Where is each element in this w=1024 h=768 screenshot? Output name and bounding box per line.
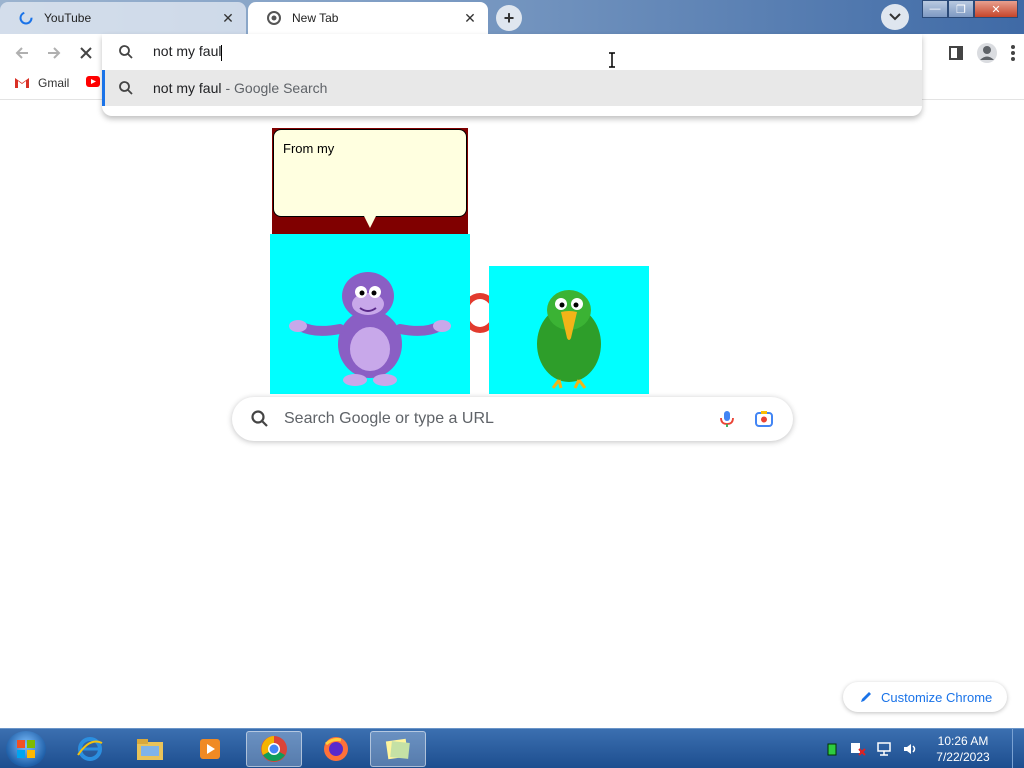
clock[interactable]: 10:26 AM 7/22/2023 (928, 733, 998, 765)
taskbar-firefox[interactable] (308, 731, 364, 767)
gmail-icon (15, 78, 29, 88)
tab-new-tab[interactable]: New Tab ✕ (248, 2, 488, 34)
volume-icon[interactable] (902, 741, 918, 757)
media-player-icon (200, 739, 220, 759)
back-button[interactable] (11, 42, 33, 64)
green-parrot-icon (537, 290, 601, 389)
battery-icon[interactable] (824, 741, 840, 757)
taskbar-chrome[interactable] (246, 731, 302, 767)
taskbar-file-explorer[interactable] (122, 731, 178, 767)
file-explorer-icon (137, 739, 163, 760)
new-tab-button[interactable]: + (496, 5, 522, 31)
bubble-tail (364, 216, 376, 228)
bookmark-youtube[interactable] (86, 76, 100, 87)
window-controls: — ❐ ✕ (922, 0, 1018, 18)
loading-spinner-icon (18, 10, 34, 26)
restore-button[interactable]: ❐ (948, 0, 974, 18)
tab-title: YouTube (44, 11, 92, 25)
bonzi-speech-area: From my (272, 128, 468, 234)
microphone-icon[interactable] (717, 409, 737, 429)
stop-icon (80, 47, 92, 59)
search-icon (251, 410, 268, 427)
forward-button[interactable] (43, 42, 65, 64)
bookmark-gmail[interactable]: Gmail (14, 76, 69, 90)
stop-loading-button[interactable] (75, 42, 97, 64)
action-center-alert-icon[interactable] (850, 741, 866, 757)
chevron-down-icon (889, 13, 901, 21)
network-icon[interactable] (876, 741, 892, 757)
tab-youtube[interactable]: YouTube ✕ (0, 2, 246, 34)
youtube-icon (86, 76, 100, 87)
speech-bubble: From my (273, 129, 467, 217)
side-panel-icon[interactable] (948, 45, 964, 66)
taskbar-internet-explorer[interactable] (62, 731, 118, 767)
bonzi-character[interactable] (270, 234, 470, 394)
show-desktop-button[interactable] (1012, 729, 1024, 768)
clock-date: 7/22/2023 (936, 750, 990, 764)
close-icon[interactable]: ✕ (218, 8, 238, 28)
search-box[interactable]: Search Google or type a URL (232, 397, 793, 441)
address-bar[interactable]: not my faul (102, 34, 922, 70)
camera-lens-icon[interactable] (753, 408, 775, 430)
bookmark-label: Gmail (38, 76, 70, 90)
pencil-icon (861, 692, 871, 702)
address-bar-text: not my faul (153, 43, 223, 61)
suggestion-suffix: - Google Search (225, 80, 328, 96)
search-icon (119, 45, 133, 59)
tab-title: New Tab (292, 11, 339, 25)
omnibox-suggestion[interactable]: not my faul - Google Search (102, 70, 922, 106)
search-icon (119, 81, 133, 95)
clock-time: 10:26 AM (937, 734, 989, 748)
suggestion-text: not my faul (153, 80, 222, 96)
parrot-character[interactable] (489, 266, 649, 394)
customize-chrome-button[interactable]: Customize Chrome (843, 682, 1007, 712)
tab-search-button[interactable] (881, 4, 909, 30)
text-caret (221, 44, 223, 61)
text-cursor-icon (609, 52, 615, 68)
chrome-icon (266, 10, 282, 26)
purple-gorilla-icon (289, 272, 451, 386)
minimize-button[interactable]: — (922, 0, 948, 18)
more-menu-icon[interactable] (1010, 44, 1016, 67)
taskbar: 10:26 AM 7/22/2023 (0, 728, 1024, 768)
taskbar-sticky-notes[interactable] (370, 731, 426, 767)
start-button[interactable] (6, 731, 46, 767)
windows-logo-icon (17, 740, 35, 758)
sticky-notes-icon (385, 738, 410, 760)
system-tray: 10:26 AM 7/22/2023 (824, 729, 1024, 768)
profile-avatar[interactable] (976, 42, 998, 69)
arrow-right-icon (48, 47, 61, 59)
search-placeholder: Search Google or type a URL (284, 410, 494, 427)
taskbar-media-player[interactable] (182, 731, 238, 767)
customize-label: Customize Chrome (881, 689, 993, 705)
omnibox-dropdown: not my faul not my faul - Google Search (102, 34, 922, 116)
chrome-icon (261, 736, 287, 762)
firefox-icon (324, 737, 348, 761)
close-icon[interactable]: ✕ (460, 8, 480, 28)
tab-strip: YouTube ✕ New Tab ✕ + — ❐ ✕ (0, 0, 1024, 34)
arrow-left-icon (15, 47, 28, 59)
internet-explorer-icon (77, 737, 103, 761)
window-close-button[interactable]: ✕ (974, 0, 1018, 18)
speech-text: From my (283, 141, 335, 156)
